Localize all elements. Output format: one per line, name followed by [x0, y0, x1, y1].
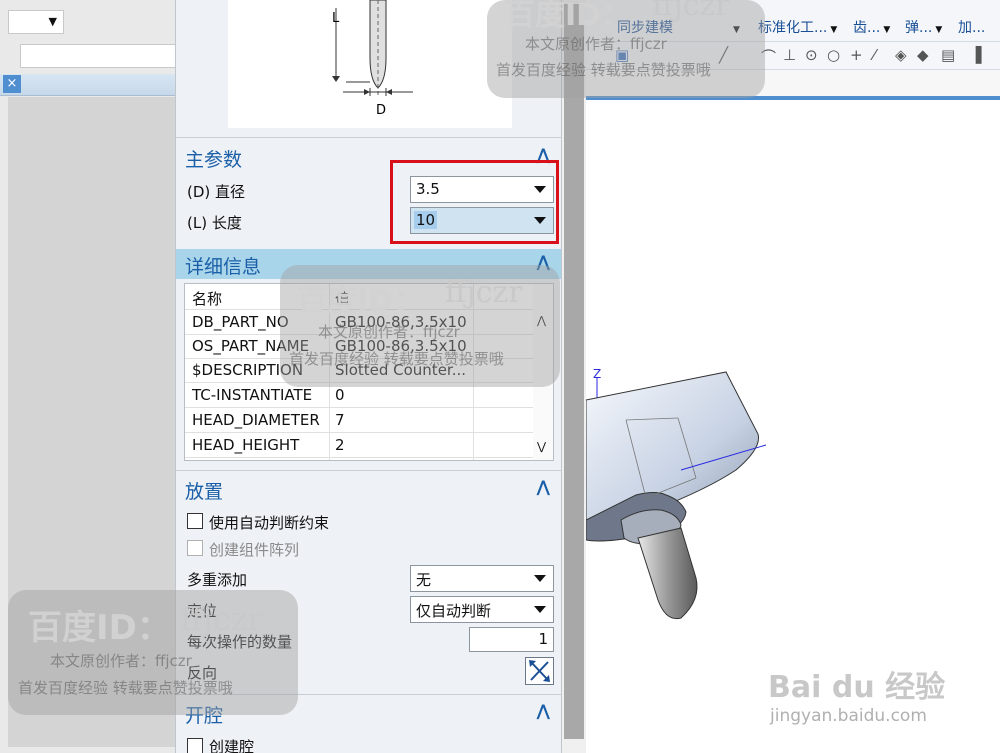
- create-array-checkbox[interactable]: [187, 540, 203, 556]
- menu-standard-parts[interactable]: 标准化工... ▼: [758, 17, 837, 37]
- plus-icon[interactable]: +: [850, 46, 863, 64]
- chevron-down-icon: ▼: [48, 15, 57, 28]
- dropdown-arrow-icon: [534, 606, 546, 613]
- screw-3d-model: [585, 371, 767, 620]
- watermark-line: 本文原创作者：ffjczr: [525, 35, 667, 53]
- section-title: 详细信息: [185, 256, 262, 278]
- divider: [176, 137, 561, 138]
- z-axis-label: Z: [593, 367, 602, 381]
- reverse-arrows-icon: [529, 660, 550, 682]
- multi-add-value: 无: [416, 571, 432, 589]
- watermark-brand: 百度ID：: [28, 608, 171, 648]
- watermark-id: ffjczr: [445, 275, 523, 310]
- diameter-label: D: [376, 103, 386, 118]
- create-array-label: 创建组件阵列: [209, 541, 300, 559]
- watermark-brand: 百度ID：: [297, 284, 424, 319]
- grid-icon[interactable]: ◆: [917, 46, 929, 64]
- chevron-down-icon: ▼: [830, 25, 838, 35]
- section-title: 放置: [185, 481, 224, 503]
- watermark-line: 首发百度经验 转载要点赞投票哦: [289, 350, 504, 368]
- column-header: 名称: [192, 290, 223, 308]
- watermark-line: 首发百度经验 转载要点赞投票哦: [18, 679, 233, 697]
- section-title: 主参数: [185, 149, 243, 171]
- slash-icon[interactable]: ⁄: [873, 46, 876, 64]
- dropdown-arrow-icon: [534, 575, 546, 582]
- cell-value: 2: [335, 436, 345, 454]
- menu-gear[interactable]: 齿... ▼: [853, 17, 890, 37]
- menu-label: 齿...: [853, 20, 881, 36]
- table-row[interactable]: TC-INSTANTIATE 0: [185, 384, 535, 408]
- screw-dimension-diagram: L D: [332, 0, 413, 118]
- left-tab[interactable]: ×: [0, 74, 175, 96]
- reverse-direction-button[interactable]: [525, 657, 554, 685]
- position-select[interactable]: 仅自动判断: [410, 596, 554, 623]
- length-label: L: [332, 11, 340, 26]
- highlight-box: [390, 160, 559, 244]
- multi-add-select[interactable]: 无: [410, 565, 554, 592]
- chevron-up-icon[interactable]: ⋀: [537, 701, 550, 720]
- cell-name: TC-INSTANTIATE: [192, 386, 313, 404]
- dialog-scrollbar[interactable]: [562, 0, 586, 753]
- circle-icon[interactable]: ○: [827, 46, 840, 64]
- point-on-circle-icon[interactable]: ⊙: [805, 46, 818, 64]
- quantity-input[interactable]: 1: [469, 627, 554, 652]
- menu-spring[interactable]: 弹... ▼: [905, 17, 942, 37]
- chevron-down-icon: ▼: [883, 25, 891, 35]
- left-combo[interactable]: ▼: [8, 10, 64, 34]
- layer-icon[interactable]: ▤: [941, 46, 955, 64]
- graphics-viewport[interactable]: [585, 100, 1000, 753]
- diameter-label: (D) 直径: [187, 183, 246, 201]
- length-label: (L) 长度: [187, 214, 242, 232]
- auto-constraint-checkbox[interactable]: [187, 513, 203, 529]
- position-value: 仅自动判断: [416, 602, 492, 620]
- menu-label: 标准化工...: [758, 20, 828, 36]
- menu-add[interactable]: 加...: [958, 17, 985, 37]
- left-input[interactable]: [20, 44, 180, 68]
- scroll-down-icon[interactable]: ⋁: [537, 440, 546, 453]
- chevron-up-icon[interactable]: ⋀: [537, 477, 550, 496]
- watermark-line: 本文原创作者：ffjczr: [318, 323, 460, 341]
- part-preview-image: L D: [228, 0, 512, 128]
- watermark-line: 本文原创作者：ffjczr: [50, 652, 192, 670]
- snap-icon[interactable]: ◈: [895, 46, 907, 64]
- create-cavity-label: 创建腔: [209, 738, 255, 753]
- table-row[interactable]: HEAD_HEIGHT 2: [185, 434, 535, 458]
- cell-name: HEAD_DIAMETER: [192, 411, 320, 429]
- watermark-line: 首发百度经验 转载要点赞投票哦: [496, 61, 711, 79]
- multi-add-label: 多重添加: [187, 571, 248, 589]
- watermark-id: ffjczr: [652, 0, 730, 23]
- auto-constraint-label: 使用自动判断约束: [209, 514, 330, 532]
- baidu-jingyan-logo: Bai du 经验: [768, 670, 946, 705]
- scroll-thumb[interactable]: [564, 4, 584, 739]
- watermark-id: ffjczr: [180, 600, 263, 638]
- cell-value: 0: [335, 386, 345, 404]
- section-placement[interactable]: 放置 ⋀: [176, 474, 561, 504]
- overflow-icon[interactable]: ▐: [970, 46, 982, 64]
- divider: [176, 470, 561, 471]
- close-icon[interactable]: ×: [3, 75, 21, 93]
- cell-name: HEAD_HEIGHT: [192, 436, 300, 454]
- baidu-jingyan-url: jingyan.baidu.com: [770, 706, 927, 726]
- menu-label: 弹...: [905, 20, 933, 36]
- cell-value: 7: [335, 411, 345, 429]
- table-row[interactable]: HEAD_DIAMETER 7: [185, 409, 535, 433]
- perpendicular-icon[interactable]: ⊥: [783, 46, 796, 64]
- watermark-brand: 百度ID：: [505, 0, 632, 33]
- cell-name: DB_PART_NO: [192, 313, 289, 331]
- chevron-down-icon: ▼: [935, 25, 943, 35]
- create-cavity-checkbox[interactable]: [187, 738, 203, 753]
- menu-label: 加...: [958, 20, 986, 36]
